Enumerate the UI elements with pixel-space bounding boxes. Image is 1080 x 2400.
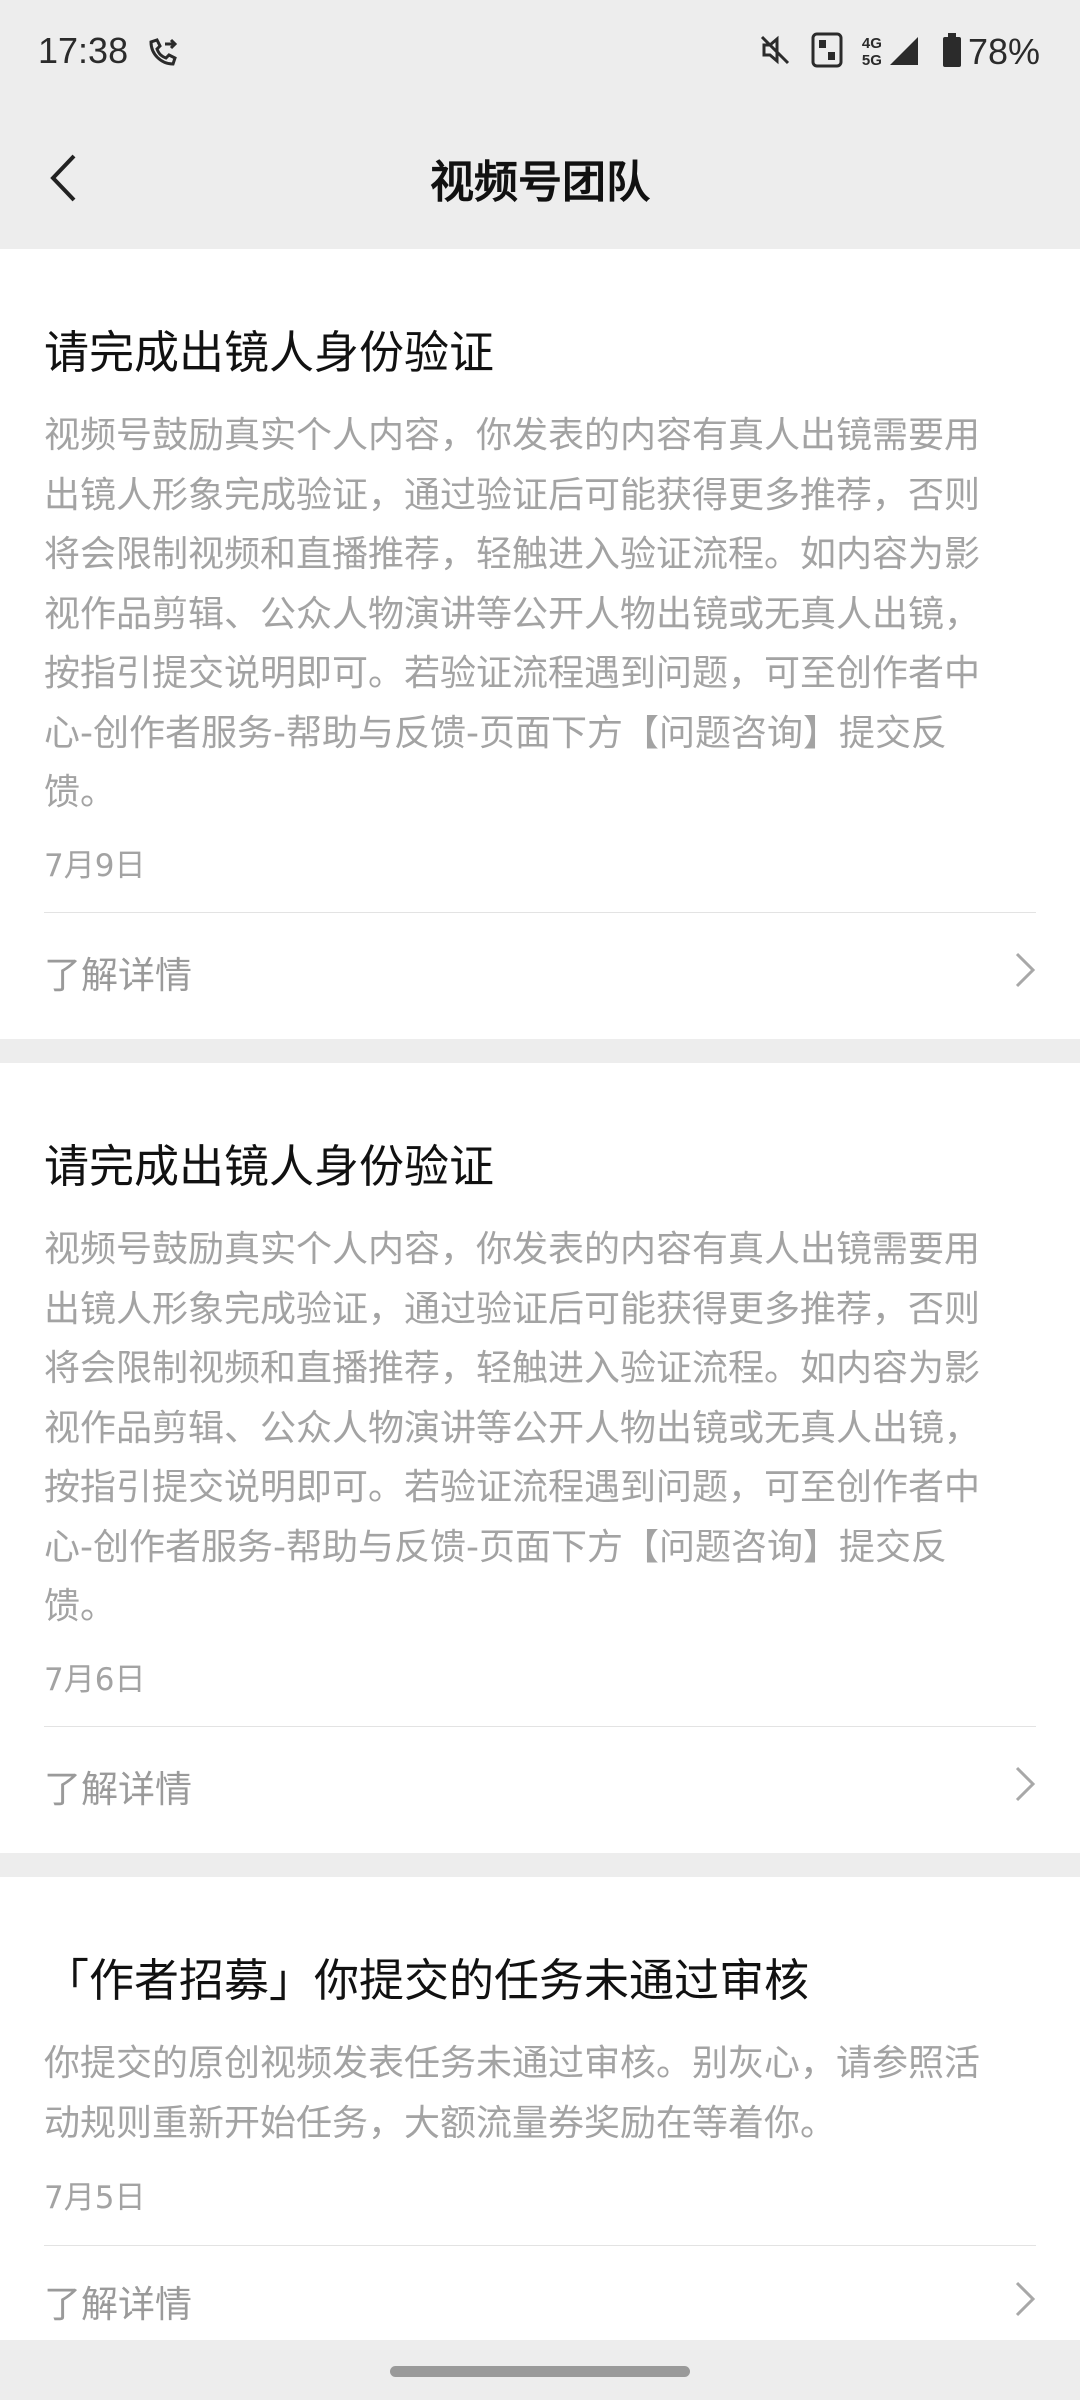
message-title: 「作者招募」你提交的任务未通过审核 — [44, 1954, 810, 2007]
message-body-line: 视频号鼓励真实个人内容，你发表的内容有真人出镜需要用 — [44, 1229, 981, 1270]
message-body-line: 按指引提交说明即可。若验证流程遇到问题，可至创作者中 — [44, 1467, 981, 1508]
chevron-right-icon — [1014, 2280, 1036, 2322]
message-card: 请完成出镜人身份验证 视频号鼓励真实个人内容，你发表的内容有真人出镜需要用 出镜… — [0, 1063, 1080, 1853]
call-forward-icon — [145, 34, 181, 74]
message-body: 你提交的原创视频发表任务未通过审核。别灰心，请参照活 动规则重新开始任务，大额流… — [44, 2034, 1044, 2153]
message-body-line: 馈。 — [44, 772, 117, 813]
battery-icon — [942, 32, 962, 72]
chevron-right-icon — [1014, 1765, 1036, 1807]
status-time: 17:38 — [38, 30, 129, 71]
nfc-icon — [810, 31, 844, 73]
message-body-line: 馈。 — [44, 1586, 117, 1627]
network-type: 4G 5G — [862, 35, 882, 69]
message-body-line: 心-创作者服务-帮助与反馈-页面下方【问题咨询】提交反 — [44, 1526, 947, 1568]
status-bar: 17:38 4G 5G 78% — [0, 0, 1080, 110]
message-body-line: 将会限制视频和直播推荐，轻触进入验证流程。如内容为影 — [44, 534, 981, 575]
signal-icon — [888, 33, 920, 71]
message-date: 7月5日 — [44, 2180, 146, 2216]
chevron-right-icon — [1014, 951, 1036, 993]
message-body-line: 视作品剪辑、公众人物演讲等公开人物出镜或无真人出镜， — [44, 1407, 981, 1449]
status-indicators: 4G 5G 78% — [758, 30, 1040, 74]
divider — [44, 912, 1036, 913]
message-card: 请完成出镜人身份验证 视频号鼓励真实个人内容，你发表的内容有真人出镜需要用 出镜… — [0, 249, 1080, 1039]
home-indicator[interactable] — [390, 2366, 690, 2377]
learn-more-link[interactable]: 了解详情 — [44, 1746, 1036, 1826]
page-title: 视频号团队 — [430, 157, 650, 208]
message-title: 请完成出镜人身份验证 — [44, 1140, 495, 1193]
message-date: 7月9日 — [44, 848, 146, 884]
message-body-line: 按指引提交说明即可。若验证流程遇到问题，可至创作者中 — [44, 653, 981, 694]
mute-icon — [758, 33, 792, 71]
message-body: 视频号鼓励真实个人内容，你发表的内容有真人出镜需要用 出镜人形象完成验证，通过验… — [44, 1220, 1044, 1637]
message-body: 视频号鼓励真实个人内容，你发表的内容有真人出镜需要用 出镜人形象完成验证，通过验… — [44, 406, 1044, 823]
learn-more-label: 了解详情 — [44, 2283, 192, 2326]
message-body-line: 视作品剪辑、公众人物演讲等公开人物出镜或无真人出镜， — [44, 593, 981, 635]
message-body-line: 视频号鼓励真实个人内容，你发表的内容有真人出镜需要用 — [44, 415, 981, 456]
learn-more-label: 了解详情 — [44, 954, 192, 997]
message-title: 请完成出镜人身份验证 — [44, 326, 495, 379]
message-date: 7月6日 — [44, 1662, 146, 1698]
network-label-bottom: 5G — [861, 52, 882, 69]
battery-percent: 78% — [967, 31, 1040, 72]
divider — [44, 1726, 1036, 1727]
message-body-line: 心-创作者服务-帮助与反馈-页面下方【问题咨询】提交反 — [44, 712, 947, 754]
message-body-line: 你提交的原创视频发表任务未通过审核。别灰心，请参照活 — [44, 2043, 981, 2084]
message-body-line: 出镜人形象完成验证，通过验证后可能获得更多推荐，否则 — [44, 1288, 981, 1330]
message-body-line: 将会限制视频和直播推荐，轻触进入验证流程。如内容为影 — [44, 1348, 981, 1389]
learn-more-link[interactable]: 了解详情 — [44, 2265, 1036, 2337]
nav-bar: 视频号团队 — [0, 110, 1080, 245]
message-body-line: 动规则重新开始任务，大额流量券奖励在等着你。 — [44, 2102, 837, 2144]
network-label-top: 4G — [861, 35, 882, 52]
learn-more-link[interactable]: 了解详情 — [44, 932, 1036, 1012]
message-card: 「作者招募」你提交的任务未通过审核 你提交的原创视频发表任务未通过审核。别灰心，… — [0, 1877, 1080, 2340]
divider — [44, 2245, 1036, 2246]
message-body-line: 出镜人形象完成验证，通过验证后可能获得更多推荐，否则 — [44, 474, 981, 516]
learn-more-label: 了解详情 — [44, 1768, 192, 1811]
